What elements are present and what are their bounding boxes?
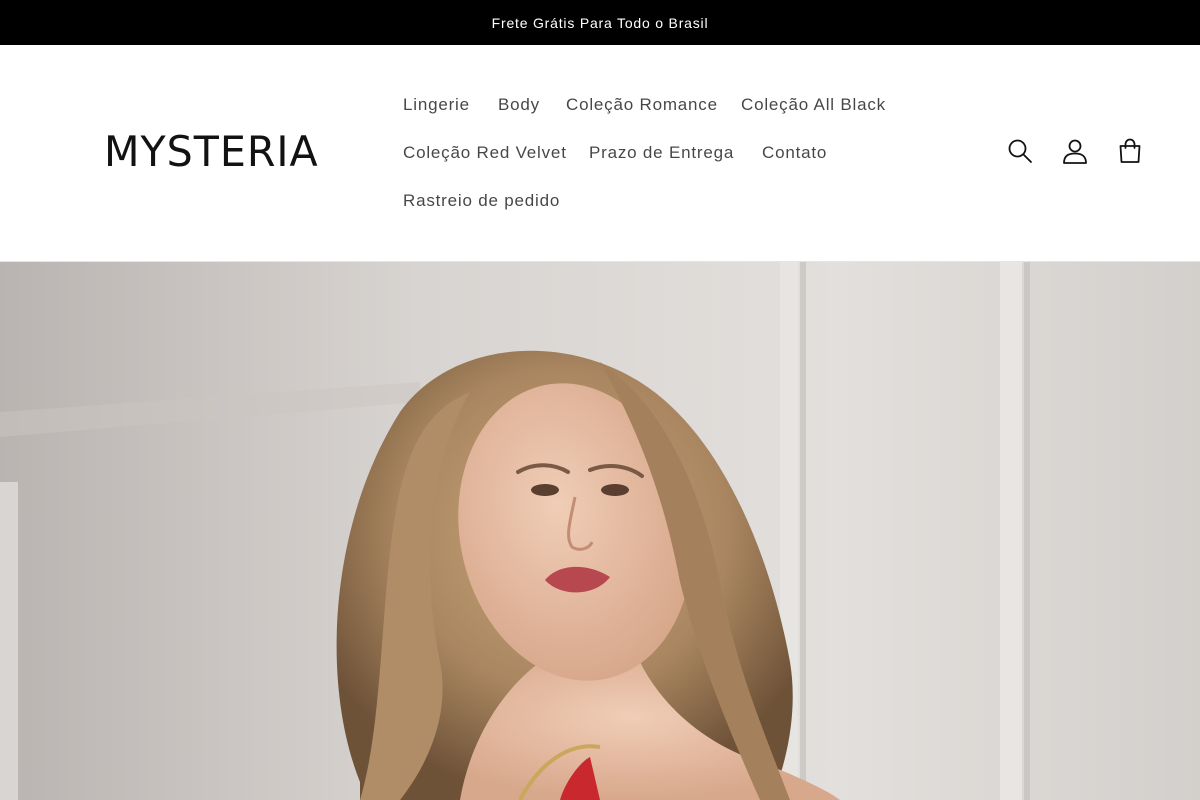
nav-link-colecao-red-velvet[interactable]: Coleção Red Velvet — [403, 143, 567, 163]
hero-image — [0, 262, 1200, 800]
nav-link-body[interactable]: Body — [498, 95, 540, 115]
announcement-text: Frete Grátis Para Todo o Brasil — [491, 14, 709, 31]
hero-banner[interactable] — [0, 262, 1200, 800]
logo[interactable]: MYSTERIA — [104, 131, 319, 173]
nav-link-colecao-all-black[interactable]: Coleção All Black — [741, 95, 886, 115]
nav-link-prazo-de-entrega[interactable]: Prazo de Entrega — [589, 143, 734, 163]
nav-link-colecao-romance[interactable]: Coleção Romance — [566, 95, 718, 115]
cart-icon[interactable] — [1116, 137, 1144, 165]
account-icon[interactable] — [1061, 137, 1089, 165]
nav-link-contato[interactable]: Contato — [762, 143, 827, 163]
search-icon[interactable] — [1006, 137, 1034, 165]
header-icons — [1006, 137, 1144, 165]
announcement-bar: Frete Grátis Para Todo o Brasil — [0, 0, 1200, 45]
nav-link-rastreio-de-pedido[interactable]: Rastreio de pedido — [403, 191, 560, 211]
nav-link-lingerie[interactable]: Lingerie — [403, 95, 470, 115]
site-header: MYSTERIA Lingerie Body Coleção Romance C… — [0, 45, 1200, 262]
